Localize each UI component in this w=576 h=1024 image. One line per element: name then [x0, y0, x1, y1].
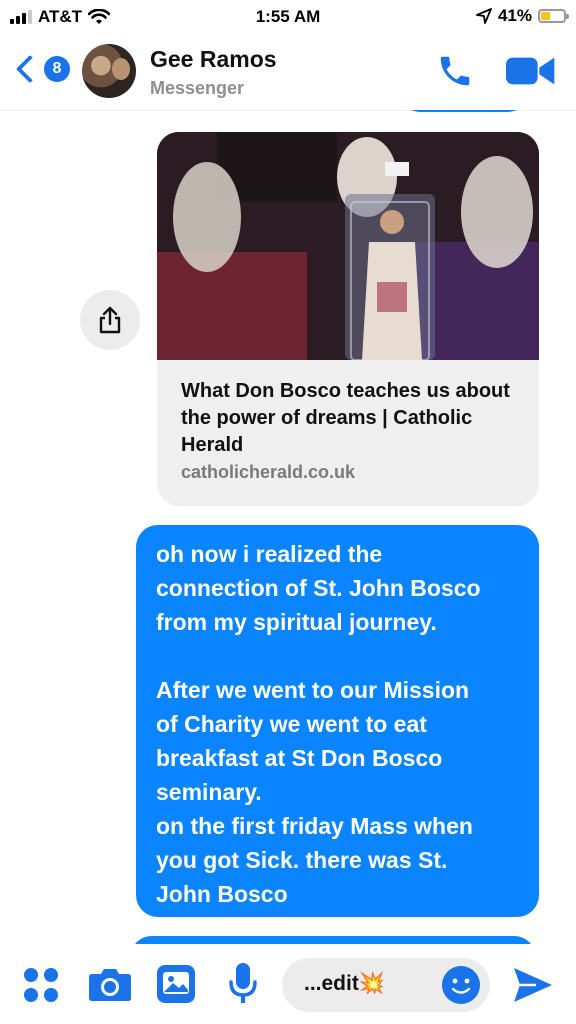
video-camera-icon[interactable] — [506, 54, 556, 88]
battery-percent: 41% — [497, 6, 532, 25]
link-preview-card[interactable]: What Don Bosco teaches us about the powe… — [157, 132, 539, 506]
next-message-bubble — [130, 936, 536, 944]
location-arrow-icon — [476, 8, 492, 24]
back-button[interactable]: 8 — [12, 54, 70, 84]
message-input[interactable]: ...edit💥 — [282, 958, 490, 1012]
link-title: What Don Bosco teaches us about the powe… — [181, 380, 510, 456]
message-composer: ...edit💥 — [0, 944, 576, 1024]
messenger-chat-screen: AT&T 1:55 AM 41% 8 Gee Ramos Messenger W… — [0, 0, 576, 1024]
microphone-icon[interactable] — [228, 962, 258, 1006]
emoji-icon[interactable] — [442, 966, 480, 1004]
chevron-left-icon — [15, 54, 45, 84]
link-image-art — [157, 132, 539, 360]
chat-header: 8 Gee Ramos Messenger — [0, 34, 576, 110]
phone-icon[interactable] — [436, 52, 474, 90]
share-button[interactable] — [80, 290, 140, 350]
contact-subtitle: Messenger — [150, 78, 245, 98]
contact-name[interactable]: Gee Ramos — [150, 46, 277, 73]
camera-icon[interactable] — [88, 966, 132, 1002]
battery-icon — [538, 9, 569, 23]
sent-message-bubble[interactable]: oh now i realized the connection of St. … — [136, 525, 539, 917]
status-right: 41% — [476, 6, 569, 26]
send-icon[interactable] — [512, 966, 554, 1004]
status-bar: AT&T 1:55 AM 41% — [0, 0, 576, 34]
previous-message-bubble — [402, 110, 526, 112]
link-preview-image — [157, 132, 539, 360]
apps-grid-icon[interactable] — [22, 966, 60, 1004]
photo-gallery-icon[interactable] — [156, 964, 196, 1004]
contact-avatar[interactable] — [82, 44, 136, 98]
unread-count-badge: 8 — [44, 56, 70, 82]
message-list[interactable]: What Don Bosco teaches us about the powe… — [0, 110, 576, 944]
battery-level-fill — [541, 12, 551, 20]
message-input-value: ...edit💥 — [304, 972, 385, 995]
link-domain: catholicherald.co.uk — [181, 462, 356, 482]
share-icon — [99, 306, 121, 334]
